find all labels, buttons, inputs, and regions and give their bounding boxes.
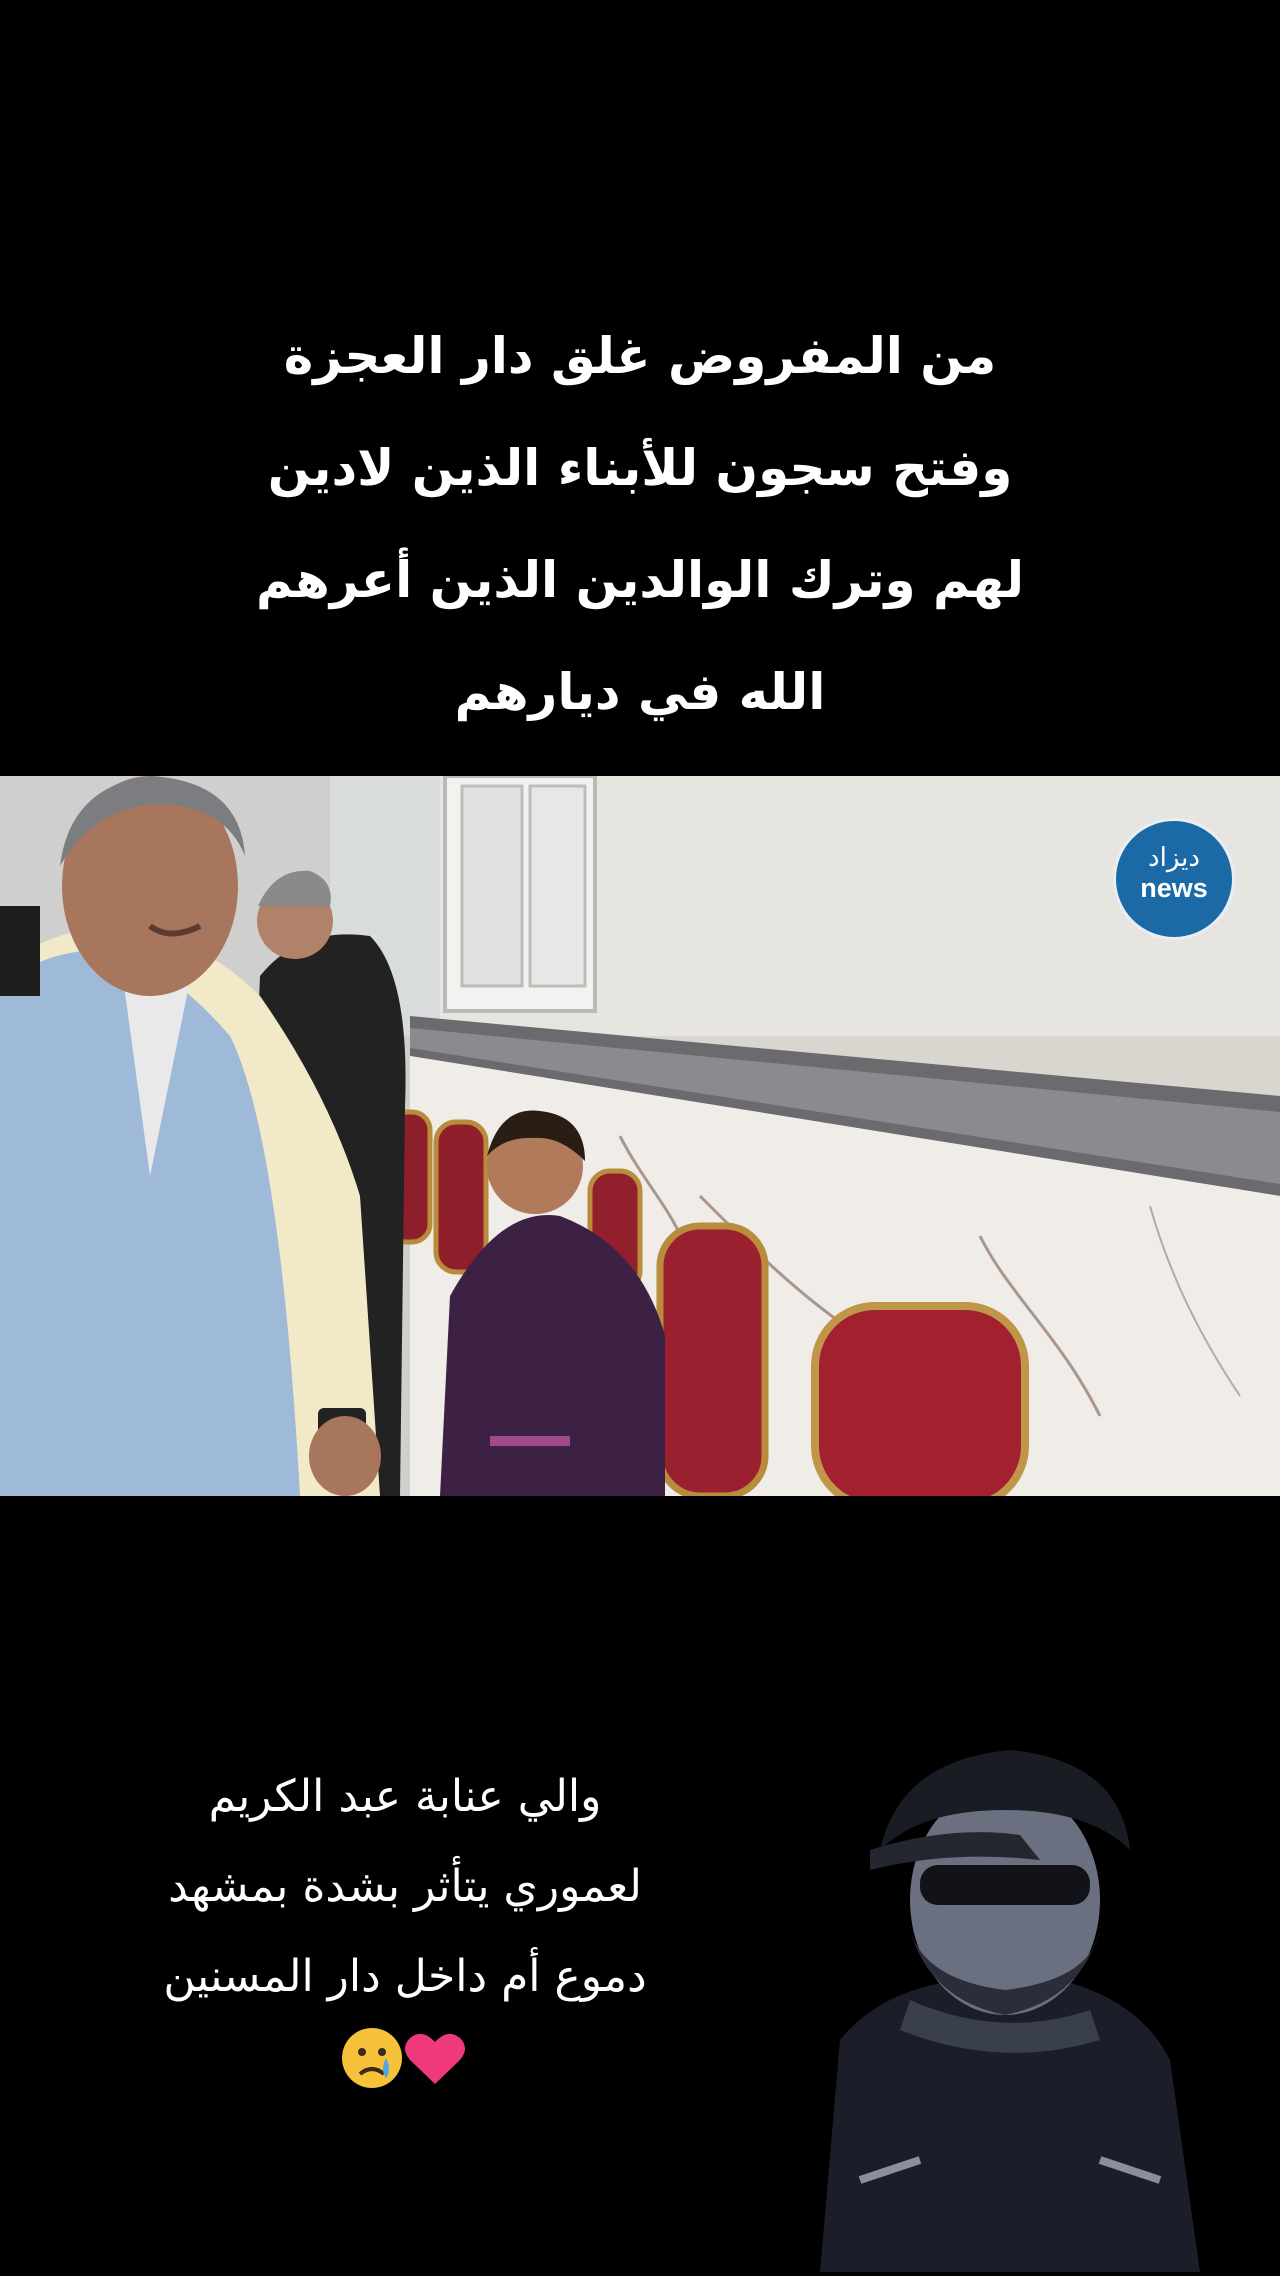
emoji-icons	[342, 2028, 465, 2088]
bottom-caption-line-3: دموع أم داخل دار المسنين	[163, 1951, 647, 2002]
bottom-caption-line-2: لعموري يتأثر بشدة بمشهد	[168, 1861, 642, 1912]
logo-latin-text: news	[1140, 873, 1208, 903]
logo-arabic-text: ديزاد	[1148, 843, 1200, 873]
portrait-illustration	[820, 1750, 1200, 2272]
bottom-caption-line-1: والي عنابة عبد الكريم	[208, 1771, 602, 1822]
top-caption-line-2: وفتح سجون للأبناء الذين لادين	[267, 439, 1013, 497]
top-caption-line-4: الله في ديارهم	[454, 663, 826, 721]
channel-logo: ديزاد news	[1113, 818, 1235, 940]
crying-face-icon	[342, 2028, 402, 2088]
bottom-caption: والي عنابة عبد الكريم لعموري يتأثر بشدة …	[100, 1752, 710, 2115]
top-caption-line-3: لهم وترك الوالدين الذين أعرهم	[255, 551, 1025, 609]
emoji-row	[100, 2022, 710, 2115]
creator-portrait	[800, 1740, 1220, 2272]
top-caption: من المفروض غلق دار العجزة وفتح سجون للأب…	[200, 300, 1080, 748]
video-frame	[0, 776, 1280, 1496]
top-caption-line-1: من المفروض غلق دار العجزة	[283, 327, 997, 385]
heart-icon	[405, 2033, 465, 2084]
scene-illustration	[0, 776, 1280, 1496]
